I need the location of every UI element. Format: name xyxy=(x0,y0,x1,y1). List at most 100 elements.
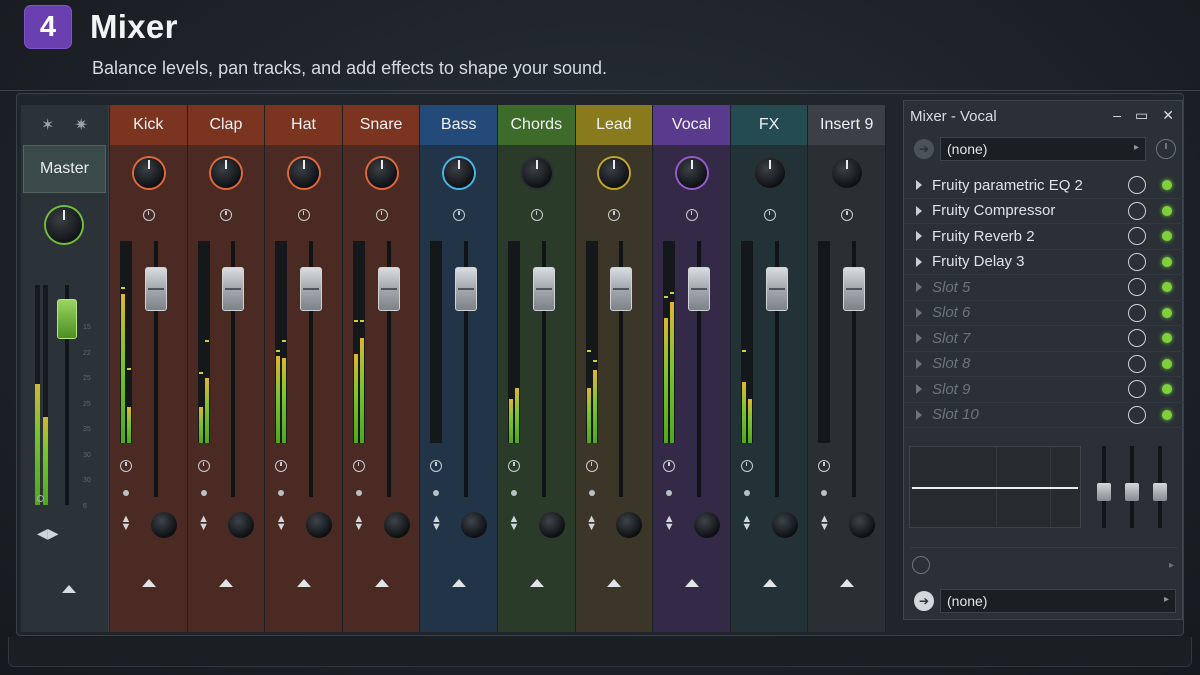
expand-triangle-icon[interactable] xyxy=(916,282,922,293)
channel-name[interactable]: Kick xyxy=(110,105,187,145)
mix-knob-icon[interactable] xyxy=(1128,227,1146,245)
mix-knob-icon[interactable] xyxy=(1128,380,1146,398)
effect-slot[interactable]: Fruity Reverb 2 xyxy=(904,224,1184,250)
pan-knob[interactable] xyxy=(521,158,552,188)
expand-triangle-icon[interactable] xyxy=(916,333,922,344)
volume-fader[interactable] xyxy=(843,267,866,312)
stereo-separation-icon[interactable] xyxy=(685,209,698,221)
swap-updown-icon[interactable]: ▲ ▼ xyxy=(741,514,753,533)
route-up-icon[interactable] xyxy=(762,579,777,587)
output-icon[interactable]: ➔ xyxy=(914,591,934,611)
master-volume-knob[interactable] xyxy=(46,207,82,243)
record-dot[interactable] xyxy=(666,490,673,496)
volume-fader[interactable] xyxy=(765,267,788,312)
send-knob[interactable] xyxy=(693,512,720,538)
enable-led-icon[interactable] xyxy=(1162,384,1172,394)
channel-strip[interactable]: Chords ▲ ▼ xyxy=(498,105,576,632)
pan-knob[interactable] xyxy=(754,158,785,188)
master-channel[interactable]: ✶ ✷ Master 15 22 25 25 35 30 30 6 ◀▶ xyxy=(21,105,109,632)
channel-strip[interactable]: Bass ▲ ▼ xyxy=(420,105,498,632)
route-up-icon[interactable] xyxy=(141,579,156,587)
star-icon[interactable]: ✷ xyxy=(75,115,88,135)
clock-icon[interactable] xyxy=(275,460,288,472)
pan-knob[interactable] xyxy=(288,158,319,188)
pan-icon[interactable]: ◀▶ xyxy=(37,525,59,542)
enable-led-icon[interactable] xyxy=(1162,307,1172,318)
eq-band-fader[interactable] xyxy=(1125,483,1139,501)
channel-name[interactable]: Clap xyxy=(187,105,265,145)
send-knob[interactable] xyxy=(461,512,488,538)
stereo-separation-icon[interactable] xyxy=(142,209,155,221)
channel-name[interactable]: Chords xyxy=(498,105,575,145)
effect-slot[interactable]: Slot 8 xyxy=(904,352,1184,377)
mix-knob-icon[interactable] xyxy=(1128,201,1146,220)
stereo-separation-icon[interactable] xyxy=(297,209,310,221)
pan-knob[interactable] xyxy=(444,158,475,188)
expand-triangle-icon[interactable] xyxy=(916,205,922,216)
enable-led-icon[interactable] xyxy=(1162,180,1172,190)
route-up-icon[interactable] xyxy=(374,579,389,587)
effect-slot[interactable]: Slot 7 xyxy=(904,326,1184,352)
channel-strip[interactable]: FX ▲ ▼ xyxy=(730,105,809,632)
stereo-separation-icon[interactable] xyxy=(763,209,776,221)
route-up-icon[interactable] xyxy=(529,579,544,587)
master-label[interactable]: Master xyxy=(23,145,106,193)
channel-strip[interactable]: Snare ▲ ▼ xyxy=(342,105,421,632)
output-select[interactable]: (none) ▸ xyxy=(940,589,1176,613)
send-knob[interactable] xyxy=(305,512,332,538)
stereo-separation-icon[interactable] xyxy=(841,209,854,221)
route-up-icon[interactable] xyxy=(607,579,622,587)
input-icon[interactable]: ➔ xyxy=(914,139,934,159)
pan-knob[interactable] xyxy=(133,158,164,188)
clock-icon[interactable] xyxy=(585,460,598,472)
swap-updown-icon[interactable]: ▲ ▼ xyxy=(508,514,520,533)
input-select[interactable]: (none) ▸ xyxy=(940,137,1146,161)
volume-fader[interactable] xyxy=(610,267,633,312)
clock-icon[interactable] xyxy=(663,460,676,472)
eq-band-fader[interactable] xyxy=(1153,483,1167,501)
channel-name[interactable]: FX xyxy=(730,105,808,145)
record-dot[interactable] xyxy=(588,490,595,496)
swap-updown-icon[interactable]: ▲ ▼ xyxy=(120,514,132,533)
volume-fader[interactable] xyxy=(377,267,400,312)
enable-led-icon[interactable] xyxy=(1162,358,1172,369)
enable-led-icon[interactable] xyxy=(1162,409,1172,420)
route-up-icon[interactable] xyxy=(840,579,855,587)
send-knob[interactable] xyxy=(616,512,643,538)
expand-triangle-icon[interactable] xyxy=(916,307,922,318)
swap-updown-icon[interactable]: ▲ ▼ xyxy=(275,514,287,533)
mix-knob-icon[interactable] xyxy=(1128,176,1146,194)
expand-triangle-icon[interactable] xyxy=(916,256,922,267)
enable-led-icon[interactable] xyxy=(1162,256,1172,267)
expand-triangle-icon[interactable] xyxy=(916,358,922,369)
enable-led-icon[interactable] xyxy=(1162,205,1172,216)
channel-strip[interactable]: Hat ▲ ▼ xyxy=(265,105,343,632)
send-knob[interactable] xyxy=(383,512,410,538)
volume-fader[interactable] xyxy=(532,267,555,312)
volume-fader[interactable] xyxy=(222,267,245,312)
pan-knob[interactable] xyxy=(211,158,242,188)
channel-strip[interactable]: Vocal ▲ ▼ xyxy=(653,105,731,632)
record-dot[interactable] xyxy=(123,490,129,496)
channel-strip[interactable]: Insert 9 ▲ ▼ xyxy=(808,105,886,632)
clock-icon[interactable] xyxy=(508,460,520,472)
pan-knob[interactable] xyxy=(832,158,863,188)
channel-name[interactable]: Hat xyxy=(265,105,342,145)
effect-slot[interactable]: Fruity Compressor xyxy=(904,199,1184,224)
send-knob[interactable] xyxy=(849,512,876,538)
swap-updown-icon[interactable]: ▲ ▼ xyxy=(430,514,442,533)
route-up-icon[interactable] xyxy=(452,579,467,587)
master-record-dot[interactable] xyxy=(37,495,44,502)
pin-icon[interactable]: ✶ xyxy=(41,115,54,135)
clock-icon[interactable] xyxy=(818,460,831,472)
record-dot[interactable] xyxy=(278,490,285,496)
pan-knob[interactable] xyxy=(676,158,707,188)
effect-slot[interactable]: Fruity parametric EQ 2 xyxy=(904,173,1184,199)
route-up-icon[interactable] xyxy=(62,585,76,593)
master-fader[interactable] xyxy=(57,299,77,340)
clock-icon[interactable] xyxy=(740,460,753,472)
enable-led-icon[interactable] xyxy=(1162,231,1172,241)
clock-icon[interactable] xyxy=(197,460,210,472)
record-dot[interactable] xyxy=(433,490,440,496)
effect-slot[interactable]: Fruity Delay 3 xyxy=(904,250,1184,275)
